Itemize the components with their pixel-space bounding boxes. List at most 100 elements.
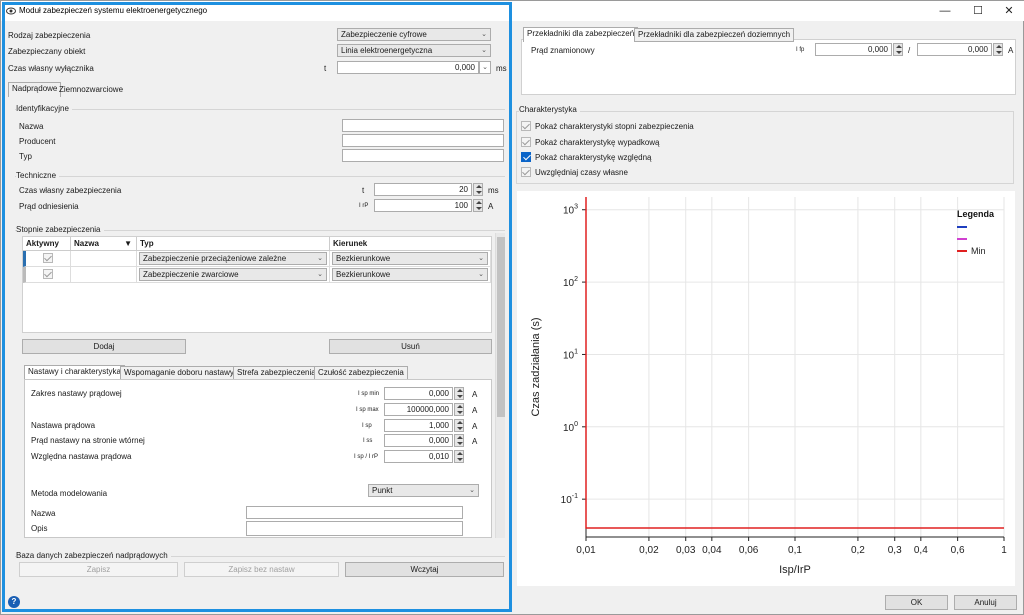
tech-group (15, 176, 505, 177)
col-typ[interactable]: Typ (137, 237, 330, 251)
minimize-button[interactable]: — (930, 3, 960, 19)
zapisz-button[interactable]: Zapisz (19, 562, 178, 577)
ifp-primary-spinner[interactable] (893, 43, 903, 56)
iss-input[interactable]: 0,000 (384, 434, 453, 447)
isp-min-spinner[interactable] (454, 387, 464, 400)
row1-aktywny (23, 251, 71, 267)
y-tick-exponent: -1 (572, 493, 578, 500)
czas-zabezp-input[interactable]: 20 (374, 183, 472, 196)
opt3-checkbox[interactable] (521, 152, 531, 162)
cancel-button[interactable]: Anuluj (954, 595, 1017, 610)
isp-min-input[interactable]: 0,000 (384, 387, 453, 400)
producent-input[interactable] (342, 134, 504, 147)
wzgledna-input[interactable]: 0,010 (384, 450, 453, 463)
nazwa-input[interactable] (342, 119, 504, 132)
row1-kierunek-select[interactable]: Bezkierunkowe ⌄ (332, 252, 488, 265)
row1-nazwa-cell[interactable] (71, 251, 137, 267)
tab-strefa[interactable]: Strefa zabezpieczenia (233, 366, 320, 380)
row1-typ-select[interactable]: Zabezpieczenie przeciążeniowe zależne ⌄ (139, 252, 327, 265)
isp-input[interactable]: 1,000 (384, 419, 453, 432)
czas-dropdown[interactable]: ⌄ (479, 61, 491, 74)
scrollbar-thumb[interactable] (497, 237, 505, 417)
row2-kierunek-select[interactable]: Bezkierunkowe ⌄ (332, 268, 488, 281)
y-tick-exponent: 3 (574, 204, 578, 211)
row2-typ-select[interactable]: Zabezpieczenie zwarciowe ⌄ (139, 268, 327, 281)
col-nazwa[interactable]: Nazwa ▼ (71, 237, 137, 251)
filter-icon[interactable]: ▼ (124, 237, 132, 250)
x-tick-label: 0,1 (788, 545, 802, 556)
model-nazwa-input[interactable] (246, 506, 463, 519)
tab-nadpradowe[interactable]: Nadprądowe (8, 82, 62, 97)
scrollbar[interactable] (495, 233, 505, 538)
ifp-symbol: I fp (796, 47, 805, 53)
chevron-down-icon: ⌄ (478, 255, 484, 262)
tab-przekladniki[interactable]: Przekładniki dla zabezpieczeń (523, 27, 639, 42)
row1-kierunek-value: Bezkierunkowe (336, 254, 391, 263)
prad-odn-unit: A (488, 202, 494, 211)
iss-spinner[interactable] (454, 434, 464, 447)
ifp-primary-input[interactable]: 0,000 (815, 43, 892, 56)
maximize-button[interactable]: ☐ (963, 3, 993, 19)
col-kierunek[interactable]: Kierunek (330, 237, 491, 251)
row2-kierunek-cell: Bezkierunkowe ⌄ (330, 267, 491, 283)
opis-input[interactable] (246, 521, 463, 536)
metoda-select[interactable]: Punkt ⌄ (368, 484, 479, 497)
opt4-label[interactable]: Uwzględniaj czasy własne (535, 168, 628, 177)
row2-active-checkbox[interactable] (43, 269, 53, 279)
y-tick-base: 10 (563, 350, 575, 361)
ident-group-title: Identyfikacyjne (16, 104, 72, 113)
ifp-secondary-spinner[interactable] (993, 43, 1003, 56)
czas-wylacznika-input[interactable]: 0,000 (337, 61, 479, 74)
y-tick-base: 10 (563, 278, 575, 289)
col-nazwa-label: Nazwa (74, 239, 99, 248)
prad-znam-label: Prąd znamionowy (531, 46, 595, 55)
isp-max-input[interactable]: 100000,000 (384, 403, 453, 416)
obiekt-value: Linia elektroenergetyczna (341, 46, 433, 55)
wczytaj-button[interactable]: Wczytaj (345, 562, 504, 577)
obiekt-select[interactable]: Linia elektroenergetyczna ⌄ (337, 44, 491, 57)
add-stage-button[interactable]: Dodaj (22, 339, 186, 354)
czas-zabezp-spinner[interactable] (473, 183, 483, 196)
y-tick-exponent: 2 (574, 276, 578, 283)
tab-nastawy[interactable]: Nastawy i charakterystyka (24, 365, 125, 380)
row1-active-checkbox[interactable] (43, 253, 53, 263)
opt3-label[interactable]: Pokaż charakterystykę względną (535, 153, 652, 162)
row2-nazwa-cell[interactable] (71, 267, 137, 283)
zapisz-bez-nastaw-button[interactable]: Zapisz bez nastaw (184, 562, 339, 577)
row1-typ-value: Zabezpieczenie przeciążeniowe zależne (143, 254, 287, 263)
opt2-label[interactable]: Pokaż charakterystykę wypadkową (535, 138, 660, 147)
typ-input[interactable] (342, 149, 504, 162)
tab-przekladniki-doziemne[interactable]: Przekładniki dla zabezpieczeń doziemnych (634, 28, 795, 42)
col-aktywny[interactable]: Aktywny (23, 237, 71, 251)
ifp-secondary-input[interactable]: 0,000 (917, 43, 992, 56)
metoda-label: Metoda modelowania (31, 489, 108, 498)
chevron-down-icon: ⌄ (482, 64, 488, 71)
nastawa-unit: A (472, 422, 478, 431)
tab-czulosc[interactable]: Czułość zabezpieczenia (314, 366, 408, 380)
rodzaj-select[interactable]: Zabezpieczenie cyfrowe ⌄ (337, 28, 491, 41)
chevron-down-icon: ⌄ (478, 271, 484, 278)
opt1-checkbox[interactable] (521, 121, 531, 131)
opis-label: Opis (31, 524, 48, 533)
czas-zabezp-symbol: t (362, 186, 365, 195)
remove-stage-button[interactable]: Usuń (329, 339, 492, 354)
y-tick-base: 10 (563, 206, 575, 217)
legend-title: Legenda (957, 209, 995, 219)
opt4-checkbox[interactable] (521, 167, 531, 177)
prad-odn-input[interactable]: 100 (374, 199, 472, 212)
x-tick-label: 0,4 (914, 545, 928, 556)
wzgledna-spinner[interactable] (454, 450, 464, 463)
prad-odn-spinner[interactable] (473, 199, 483, 212)
x-tick-label: 0,02 (639, 545, 659, 556)
isp-spinner[interactable] (454, 419, 464, 432)
opt1-label[interactable]: Pokaż charakterystyki stopni zabezpiecze… (535, 122, 694, 131)
tab-wspomaganie[interactable]: Wspomaganie doboru nastawy (120, 366, 238, 380)
tab-ziemnozwarciowe[interactable]: Ziemnozwarciowe (59, 85, 123, 94)
row1-kierunek-cell: Bezkierunkowe ⌄ (330, 251, 491, 267)
isp-max-spinner[interactable] (454, 403, 464, 416)
help-icon[interactable]: ? (8, 596, 20, 608)
ok-button[interactable]: OK (885, 595, 948, 610)
opt2-checkbox[interactable] (521, 137, 531, 147)
close-button[interactable]: ✕ (994, 3, 1024, 19)
wtorna-symbol: I ss (363, 438, 373, 444)
